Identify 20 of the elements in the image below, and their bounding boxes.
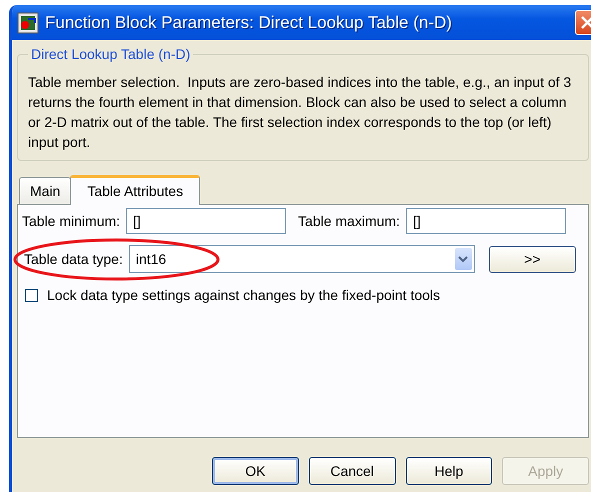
dialog-button[interactable]: OK bbox=[212, 457, 299, 485]
group-title: Direct Lookup Table (n-D) bbox=[30, 46, 192, 62]
input-field[interactable]: [] bbox=[126, 208, 286, 234]
checkbox-label: Lock data type settings against changes by the fixed-point tools bbox=[47, 287, 440, 303]
chevron-icon bbox=[458, 256, 468, 262]
description-text: Table member selection. Inputs are zero-based indices into the table, e.g., an input of 3 returns the fourth element in that dimension. Block can also be used to select a column or 2-D matrix out of the table. The first selection index corresponds to the top (or left) input port. bbox=[28, 73, 572, 152]
app-icon bbox=[17, 12, 39, 34]
dialog-button[interactable]: Help bbox=[406, 457, 492, 485]
checkbox[interactable] bbox=[25, 288, 38, 302]
assistant-button[interactable]: >> bbox=[488, 246, 576, 272]
field-label: Table maximum: bbox=[298, 213, 400, 229]
dropdown[interactable]: int16 bbox=[128, 245, 475, 273]
input-field[interactable]: [] bbox=[406, 208, 566, 234]
field-label: Table data type: bbox=[24, 251, 123, 267]
tab[interactable]: Main bbox=[19, 177, 72, 204]
close-icon bbox=[580, 15, 591, 30]
window-title: Function Block Parameters: Direct Lookup Table (n-D) bbox=[45, 12, 453, 32]
field-label: Table minimum: bbox=[22, 213, 120, 229]
dialog-button[interactable]: Cancel bbox=[308, 457, 396, 485]
tab[interactable]: Table Attributes bbox=[70, 175, 200, 205]
